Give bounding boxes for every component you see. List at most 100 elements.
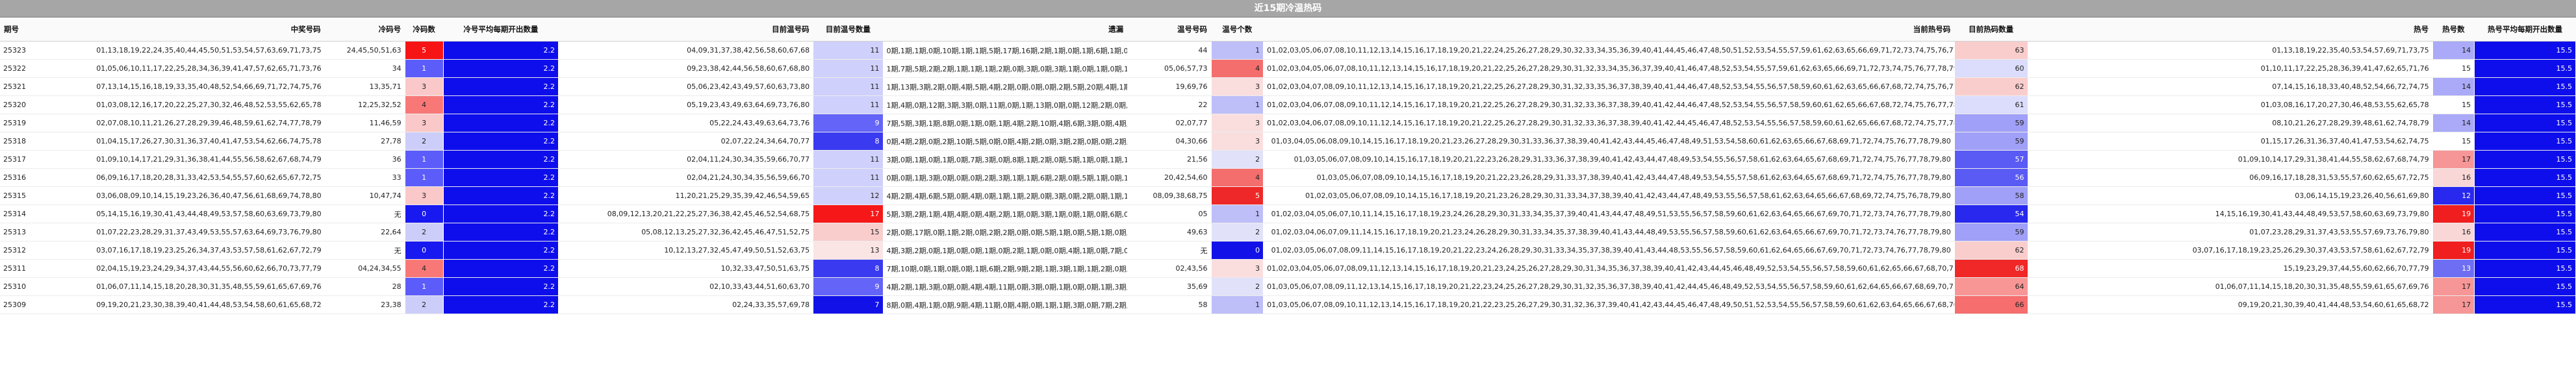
current-hot-count-cell: 63 [1954,41,2028,60]
warm-codes-cell: 58 [1127,295,1211,314]
current-hot-cell: 01,02,03,04,07,08,09,10,11,12,13,14,15,1… [1263,77,1955,96]
period-cell: 25318 [0,132,39,151]
winning-numbers-cell: 02,07,08,10,11,21,26,27,28,29,39,46,48,5… [38,114,325,132]
hot-avg-cell: 15.5 [2474,186,2576,205]
col-header-cold-avg: 冷号平均每期开出数量 [443,18,559,42]
current-hot-count-cell: 59 [1954,223,2028,242]
table-row: 25312 03,07,16,17,18,19,23,25,26,34,37,43… [0,241,2576,260]
current-hot-count-cell: 56 [1954,168,2028,187]
hot-avg-cell: 15.5 [2474,59,2576,78]
warm-codes-cell: 44 [1127,41,1211,60]
omission-cell: 7期,5期,3期,1期,8期,0期,1期,0期,1期,4期,2期,10期,4期,… [883,114,1128,132]
hot-avg-cell: 15.5 [2474,77,2576,96]
cold-codes-cell: 13,35,71 [324,77,405,96]
cold-count-cell: 0 [404,205,444,223]
lottery-table: 期号 中奖号码 冷码号 冷码数 冷号平均每期开出数量 目前温号码 目前温号数量 … [0,18,2576,314]
cold-avg-cell: 2.2 [442,114,559,132]
cold-avg-cell: 2.2 [442,241,559,260]
hot-count-cell: 15 [2432,132,2475,151]
cold-count-cell: 2 [404,132,444,151]
table-row: 25315 03,06,08,09,10,14,15,19,23,26,36,40… [0,186,2576,205]
warm-target-count-cell: 11 [813,150,884,169]
hot-avg-cell: 15.5 [2474,41,2576,60]
hot-avg-cell: 15.5 [2474,114,2576,132]
current-hot-cell: 01,03,05,06,07,08,09,10,14,15,16,17,18,1… [1263,168,1955,187]
omission-cell: 4期,3期,2期,0期,1期,0期,0期,1期,0期,2期,1期,0期,0期,4… [883,241,1128,260]
warm-target-cell: 02,24,33,35,57,69,78 [558,295,813,314]
col-header-current-hot-count: 目前热码数量 [1954,18,2028,42]
cold-avg-cell: 2.2 [442,77,559,96]
period-cell: 25314 [0,205,39,223]
current-hot-cell: 01,02,03,04,06,07,08,09,10,11,12,14,15,1… [1263,95,1955,114]
warm-count-cell: 1 [1210,95,1264,114]
table-header-row: 期号 中奖号码 冷码号 冷码数 冷号平均每期开出数量 目前温号码 目前温号数量 … [0,18,2576,42]
warm-target-count-cell: 8 [813,259,884,278]
period-cell: 25310 [0,277,39,296]
warm-target-count-cell: 7 [813,295,884,314]
cold-count-cell: 3 [404,77,444,96]
col-header-hot-codes: 热号 [2028,18,2433,42]
winning-numbers-cell: 01,07,22,23,28,29,31,37,43,49,53,55,57,6… [38,223,325,242]
hot-avg-cell: 15.5 [2474,223,2576,242]
warm-codes-cell: 04,30,66 [1127,132,1211,151]
omission-cell: 7期,10期,0期,1期,0期,0期,1期,6期,2期,9期,2期,1期,3期,… [883,259,1128,278]
cold-count-cell: 1 [404,59,444,78]
warm-target-cell: 04,09,31,37,38,42,56,58,60,67,68 [558,41,813,60]
winning-numbers-cell: 01,13,18,19,22,24,35,40,44,45,50,51,53,5… [38,41,325,60]
current-hot-count-cell: 59 [1954,132,2028,151]
omission-cell: 8期,0期,4期,1期,0期,9期,4期,11期,0期,4期,0期,1期,1期,… [883,295,1128,314]
warm-count-cell: 1 [1210,205,1264,223]
current-hot-cell: 01,02,03,04,05,06,07,08,09,11,12,13,14,1… [1263,259,1955,278]
period-cell: 25316 [0,168,39,187]
hot-count-cell: 12 [2432,186,2475,205]
col-header-warm-target: 目前温号码 [558,18,813,42]
period-cell: 25322 [0,59,39,78]
cold-avg-cell: 2.2 [442,150,559,169]
omission-cell: 4期,2期,4期,6期,5期,0期,4期,0期,1期,1期,2期,0期,3期,0… [883,186,1128,205]
table-row: 25313 01,07,22,23,28,29,31,37,43,49,53,55… [0,223,2576,242]
current-hot-count-cell: 57 [1954,150,2028,169]
hot-avg-cell: 15.5 [2474,241,2576,260]
current-hot-count-cell: 64 [1954,277,2028,296]
cold-codes-cell: 04,24,34,55 [324,259,405,278]
current-hot-count-cell: 60 [1954,59,2028,78]
current-hot-cell: 01,02,03,05,06,07,08,09,10,14,15,16,17,1… [1263,186,1955,205]
winning-numbers-cell: 03,06,08,09,10,14,15,19,23,26,36,40,47,5… [38,186,325,205]
current-hot-cell: 01,02,03,05,06,07,08,09,11,14,15,16,17,1… [1263,241,1955,260]
warm-codes-cell: 无 [1127,241,1211,260]
cold-codes-cell: 11,46,59 [324,114,405,132]
cold-avg-cell: 2.2 [442,277,559,296]
hot-count-cell: 14 [2432,114,2475,132]
period-cell: 25315 [0,186,39,205]
hot-count-cell: 13 [2432,259,2475,278]
period-cell: 25309 [0,295,39,314]
hot-count-cell: 17 [2432,277,2475,296]
col-header-cold-codes: 冷码号 [324,18,405,42]
warm-target-cell: 02,07,22,24,34,64,70,77 [558,132,813,151]
cold-codes-cell: 23,38 [324,295,405,314]
col-header-hot-count: 热号数 [2432,18,2475,42]
col-header-cold-count: 冷码数 [405,18,444,42]
table-row: 25322 01,05,06,10,11,17,22,25,28,34,36,39… [0,59,2576,78]
cold-codes-cell: 34 [324,59,405,78]
period-cell: 25319 [0,114,39,132]
warm-target-count-cell: 8 [813,132,884,151]
warm-codes-cell: 22 [1127,95,1211,114]
warm-codes-cell: 49,63 [1127,223,1211,242]
winning-numbers-cell: 01,06,07,11,14,15,18,20,28,30,31,35,48,5… [38,277,325,296]
col-header-current-hot: 当前热号码 [1263,18,1955,42]
cold-count-cell: 3 [404,114,444,132]
current-hot-cell: 01,02,03,04,06,07,09,11,14,15,16,17,18,1… [1263,223,1955,242]
current-hot-cell: 01,03,05,06,07,08,09,11,12,13,14,15,16,1… [1263,277,1955,296]
hot-codes-cell: 01,03,08,16,17,20,27,30,46,48,53,55,62,6… [2028,95,2433,114]
cold-avg-cell: 2.2 [442,259,559,278]
current-hot-count-cell: 62 [1954,241,2028,260]
current-hot-cell: 01,03,05,06,07,08,09,10,14,15,16,17,18,1… [1263,150,1955,169]
warm-target-cell: 02,04,21,24,30,34,35,56,59,66,70 [558,168,813,187]
cold-count-cell: 3 [404,186,444,205]
col-header-period: 期号 [0,18,39,42]
omission-cell: 0期,1期,1期,0期,10期,1期,1期,5期,17期,16期,2期,1期,0… [883,41,1128,60]
period-cell: 25313 [0,223,39,242]
omission-cell: 4期,2期,1期,3期,0期,0期,4期,4期,11期,0期,3期,0期,1期,… [883,277,1128,296]
hot-count-cell: 15 [2432,95,2475,114]
